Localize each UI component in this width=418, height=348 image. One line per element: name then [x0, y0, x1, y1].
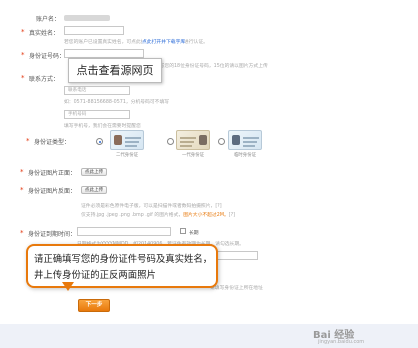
card-line [180, 137, 196, 139]
fixed-phone-input[interactable]: 联系电话 [64, 86, 130, 95]
realname-input[interactable] [64, 26, 124, 35]
back-upload-button[interactable]: 点此上传 [81, 186, 107, 194]
instruction-callout: 请正确填写您的身份证件号码及真实姓名， 井上传身份证的正反两面照片 [26, 244, 218, 288]
card-line [180, 145, 192, 147]
card-line [243, 141, 257, 143]
contact-label: 联系方式： [29, 76, 60, 83]
id-card-gen1-image [176, 130, 210, 150]
account-value [64, 15, 110, 21]
card-line [180, 141, 194, 143]
idnumber-label: 身份证号码： [29, 53, 66, 60]
id-card-gen2-image [110, 130, 144, 150]
idtype-radio-gen1[interactable] [167, 138, 174, 145]
idtype-label: 身份证类型： [34, 139, 71, 146]
expiry-input[interactable] [77, 227, 171, 236]
card-line [125, 141, 139, 143]
mobile-input[interactable]: 手机号码 [64, 110, 130, 119]
required-mark: * [20, 168, 24, 176]
realname-hint: 若您的账户已设置真实姓名，可点此打开修改链接下载并进行认证。 [64, 40, 208, 45]
card-photo [232, 135, 240, 145]
address-hint: 请填写身份证上所在地址 [210, 286, 263, 291]
required-mark: * [20, 186, 24, 194]
idtype-radio-gen2[interactable] [96, 138, 103, 145]
realname-hint-link[interactable]: 点此打开并下载字库 [142, 38, 186, 45]
required-mark: * [26, 137, 30, 145]
idtype-caption-gen2: 二代身份证 [116, 153, 138, 158]
id-card-temp-image [228, 130, 262, 150]
baidu-watermark-url: jingyan.baidu.com [318, 339, 365, 345]
longterm-checkbox[interactable] [180, 228, 186, 234]
idtype-caption-temp: 临时身份证 [234, 153, 256, 158]
front-label: 身份证图片正面： [28, 170, 77, 177]
card-line [125, 137, 141, 139]
back-hint-2: 仅支持.jpg .jpeg .png .bmp .gif 的图片格式，图片大小不… [81, 213, 236, 218]
expiry-label: 身份证到期时间： [28, 231, 77, 238]
required-mark: * [21, 51, 25, 59]
account-label: 账户名： [36, 16, 61, 23]
card-photo [199, 135, 207, 145]
card-line [243, 145, 255, 147]
front-upload-button[interactable]: 点此上传 [81, 168, 107, 176]
idtype-radio-temp[interactable] [218, 138, 225, 145]
card-photo [114, 135, 122, 145]
idnumber-hint: 请填写您的18位身份证号码，15位的请以图片方式上传 [150, 64, 268, 69]
longterm-label: 长期 [189, 231, 199, 236]
callout-pointer [62, 282, 74, 291]
idnumber-input[interactable] [64, 49, 144, 58]
view-source-overlay[interactable]: 点击查看源网页 [68, 58, 162, 83]
fixed-phone-hint: 如：0571-88156688-0571，分机号码可不填写 [64, 100, 170, 105]
required-mark: * [21, 28, 25, 36]
card-line [243, 137, 259, 139]
required-mark: * [21, 74, 25, 82]
callout-line-2: 井上传身份证的正反两面照片 [34, 270, 156, 281]
idtype-caption-gen1: 一代身份证 [182, 153, 204, 158]
back-label: 身份证图片反面： [28, 188, 77, 195]
required-mark: * [20, 229, 24, 237]
back-hint-1: 证件必须是彩色原件电子版，可以是扫描件或者数码拍摄照片，[?] [81, 204, 222, 209]
card-line [125, 145, 137, 147]
callout-line-1: 请正确填写您的身份证件号码及真实姓名， [34, 254, 213, 265]
realname-label: 真实姓名： [29, 30, 60, 37]
mobile-hint: 填写手机号，我们会在需要时提醒您 [64, 124, 141, 129]
next-step-button[interactable]: 下一步 [78, 299, 110, 312]
